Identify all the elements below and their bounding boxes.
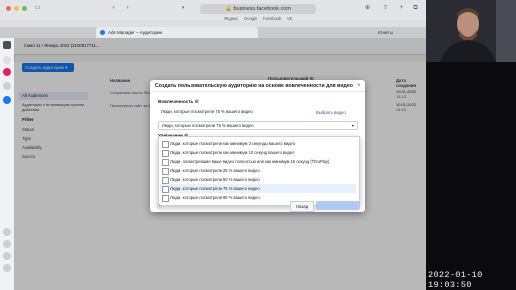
menu-icon[interactable] <box>3 41 11 49</box>
checkbox[interactable] <box>162 195 169 202</box>
create-audience-submit-button[interactable] <box>316 201 360 210</box>
search-icon[interactable] <box>3 82 11 90</box>
new-tab-icon[interactable]: + <box>398 5 405 12</box>
forward-icon[interactable]: › <box>124 5 131 12</box>
minimize-window-button[interactable] <box>14 6 19 11</box>
divider <box>150 91 365 92</box>
right-black-area <box>426 62 516 290</box>
settings-icon[interactable] <box>3 228 11 236</box>
option-75-percent[interactable]: Люди, которые посмотрели 75 % вашего вид… <box>160 184 356 193</box>
person-silhouette <box>426 0 516 62</box>
engagement-label: Вовлеченность <box>158 99 194 104</box>
info-icon[interactable]: ❶ <box>195 99 199 104</box>
option-50-percent[interactable]: Люди, которые посмотрели 50 % вашего вид… <box>160 175 356 184</box>
engagement-select[interactable]: Люди, которые посмотрели 75 % вашего вид… <box>158 121 358 130</box>
option-label: Люди, которые посмотрели как минимум 10 … <box>170 150 295 155</box>
lock-icon: 🔒 <box>225 6 232 12</box>
back-button-label: Назад <box>295 204 309 209</box>
close-window-button[interactable] <box>6 6 11 11</box>
facebook-icon <box>100 30 105 36</box>
option-label: Люди, которые посмотрели 25 % вашего вид… <box>170 168 260 173</box>
option-label: Люди, которые посмотрели 75 % вашего вид… <box>170 186 260 191</box>
video-timestamp: 2022-01-10 19:03:50 <box>428 270 483 290</box>
engagement-value: Люди, которые посмотрели 75 % вашего вид… <box>161 109 253 114</box>
option-25-percent[interactable]: Люди, которые посмотрели 25 % вашего вид… <box>160 166 356 175</box>
bookmark-yandex[interactable]: Яндекс <box>224 16 238 21</box>
option-label: Люди, которые посмотрели 95 % вашего вид… <box>170 195 260 200</box>
bookmark-facebook[interactable]: Facebook <box>263 16 281 21</box>
checkbox[interactable] <box>162 168 169 175</box>
sidebar-toggle-icon[interactable]: ▭ <box>34 5 41 12</box>
choose-video-link[interactable]: Выбрать видео <box>316 110 346 115</box>
back-button[interactable]: Назад <box>290 201 314 212</box>
maximize-window-button[interactable] <box>22 6 27 11</box>
tab-ads-manager[interactable]: Ads Manager – Аудитории <box>96 27 258 38</box>
address-bar[interactable]: 🔒 business.facebook.com <box>200 4 316 14</box>
checkbox[interactable] <box>162 150 169 157</box>
option-3-seconds[interactable]: Люди, которые посмотрели как минимум 3 с… <box>160 139 356 148</box>
option-label: Люди, посмотревшие ваше видео полностью … <box>170 159 330 164</box>
option-label: Люди, которые посмотрели 50 % вашего вид… <box>170 177 260 182</box>
help-icon[interactable] <box>3 240 11 248</box>
bookmark-google[interactable]: Google <box>244 16 258 21</box>
bookmark-vk[interactable]: VK <box>287 16 293 21</box>
report-icon[interactable] <box>3 264 11 272</box>
webcam-feed <box>426 0 516 62</box>
option-label: Люди, которые посмотрели как минимум 3 с… <box>170 141 296 146</box>
checkbox[interactable] <box>162 159 169 166</box>
audiences-icon[interactable] <box>3 96 11 104</box>
download-icon[interactable]: ⊕ <box>364 5 371 12</box>
address-text: business.facebook.com <box>233 6 291 12</box>
shield-icon[interactable]: ◐ <box>180 5 187 12</box>
tab-label: Ads Manager – Аудитории <box>108 30 163 35</box>
bug-icon[interactable] <box>3 252 11 260</box>
option-thruplay[interactable]: Люди, посмотревшие ваше видео полностью … <box>160 157 356 166</box>
modal-title: Создать пользовательскую аудиторию на ос… <box>155 83 353 89</box>
notifications-icon[interactable] <box>3 68 11 76</box>
help-icon[interactable]: ⓘ <box>157 203 162 210</box>
back-icon[interactable]: ‹ <box>110 5 117 12</box>
tab-label: Юниты <box>378 30 393 35</box>
home-icon[interactable] <box>3 56 11 64</box>
close-icon[interactable]: × <box>357 83 361 89</box>
checkbox[interactable] <box>162 177 169 184</box>
select-value: Люди, которые посмотрели 75 % вашего вид… <box>162 123 254 128</box>
checkbox[interactable] <box>162 141 169 148</box>
share-icon[interactable]: ⇧ <box>382 5 389 12</box>
option-10-seconds[interactable]: Люди, которые посмотрели как минимум 10 … <box>160 148 356 157</box>
tabs-overview-icon[interactable]: ⧉ <box>412 5 419 12</box>
chevron-down-icon: ▾ <box>351 123 354 128</box>
engagement-section-title: Вовлеченность ❶ <box>158 99 199 105</box>
checkbox[interactable] <box>162 186 169 193</box>
